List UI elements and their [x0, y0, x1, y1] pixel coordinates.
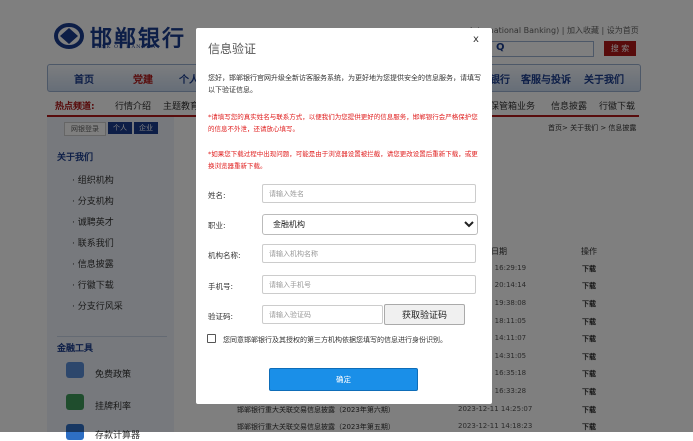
- confirm-button[interactable]: 确定: [269, 368, 418, 391]
- name-label: 姓名:: [208, 191, 226, 200]
- get-code-button[interactable]: 获取验证码: [384, 304, 465, 325]
- verification-code-input[interactable]: [262, 305, 383, 324]
- privacy-note: *请填写您的真实姓名与联系方式，以便我们为您提供更好的信息服务，邯郸银行会严格保…: [208, 113, 478, 133]
- name-input[interactable]: [262, 184, 476, 203]
- agree-text: 您同意邯郸银行及其授权的第三方机构依据您填写的信息进行身份识别。: [223, 336, 447, 344]
- job-select[interactable]: 金融机构: [262, 214, 478, 235]
- code-label: 验证码:: [208, 312, 234, 321]
- dialog-title: 信息验证: [208, 42, 257, 56]
- phone-label: 手机号:: [208, 282, 234, 291]
- close-icon[interactable]: x: [473, 34, 479, 45]
- download-note: *如果您下载过程中出现问题，可能是由于浏览器设置被拦截，请您更改设置后重新下载，…: [208, 150, 478, 170]
- org-label: 机构名称:: [208, 251, 241, 260]
- job-label: 职业:: [208, 221, 226, 230]
- phone-input[interactable]: [262, 275, 476, 294]
- org-name-input[interactable]: [262, 244, 476, 263]
- agree-checkbox[interactable]: [207, 334, 216, 343]
- dialog-intro: 您好，邯郸银行官网升级全新访客服务系统，为更好地为您提供安全的信息服务，请填写以…: [208, 74, 481, 94]
